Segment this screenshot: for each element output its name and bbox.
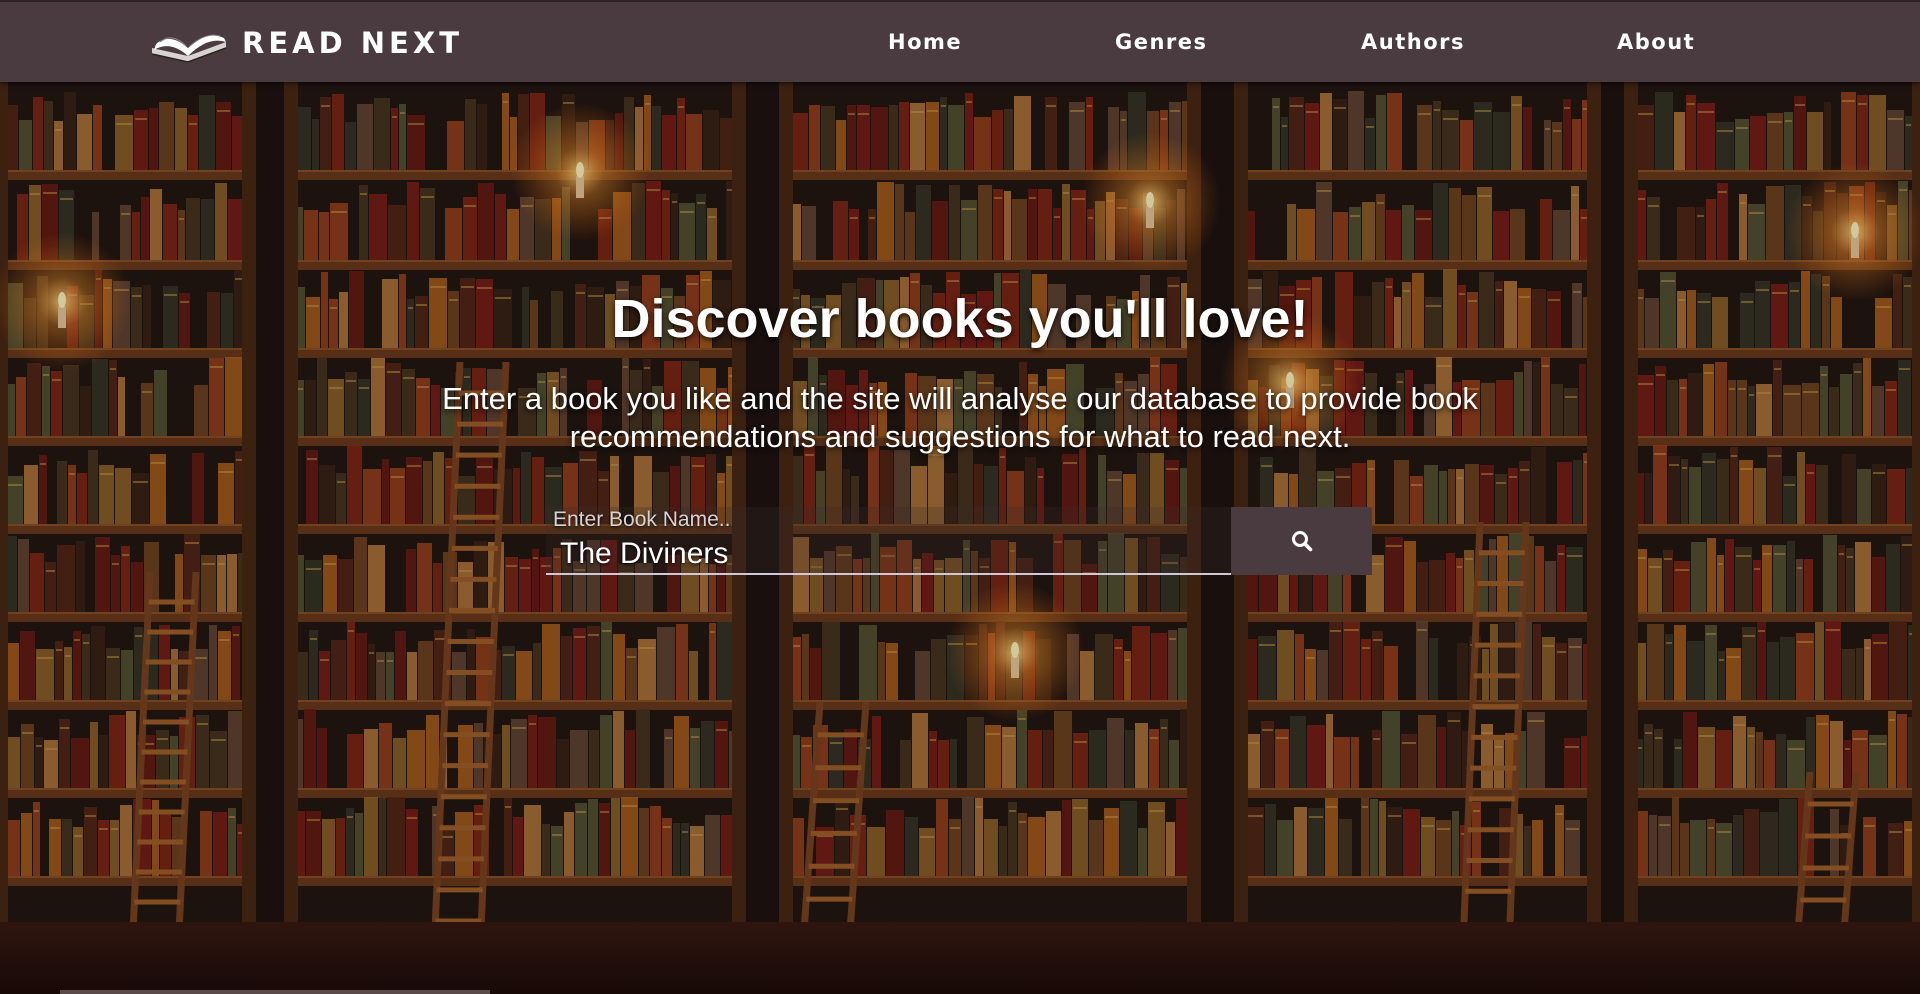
nav-authors[interactable]: Authors <box>1361 30 1465 54</box>
brand-logo[interactable]: READ NEXT <box>148 18 463 68</box>
book-name-input[interactable] <box>546 535 1232 573</box>
brand-name: READ NEXT <box>242 26 463 60</box>
nav-genres[interactable]: Genres <box>1115 30 1208 54</box>
navbar: READ NEXT Home Genres Authors About <box>0 0 1920 82</box>
search-button[interactable] <box>1231 507 1372 575</box>
nav-about[interactable]: About <box>1617 30 1695 54</box>
page-bottom-edge <box>60 990 490 994</box>
search-label: Enter Book Name.. <box>553 508 731 531</box>
search-field[interactable]: Enter Book Name.. <box>546 507 1232 575</box>
hero-subtitle: Enter a book you like and the site will … <box>442 381 1478 454</box>
nav-home[interactable]: Home <box>888 30 962 54</box>
open-book-icon <box>151 34 227 63</box>
search-form: Enter Book Name.. <box>546 507 1372 575</box>
search-icon <box>1291 531 1312 552</box>
hero-title: Discover books you'll love! <box>611 289 1309 349</box>
